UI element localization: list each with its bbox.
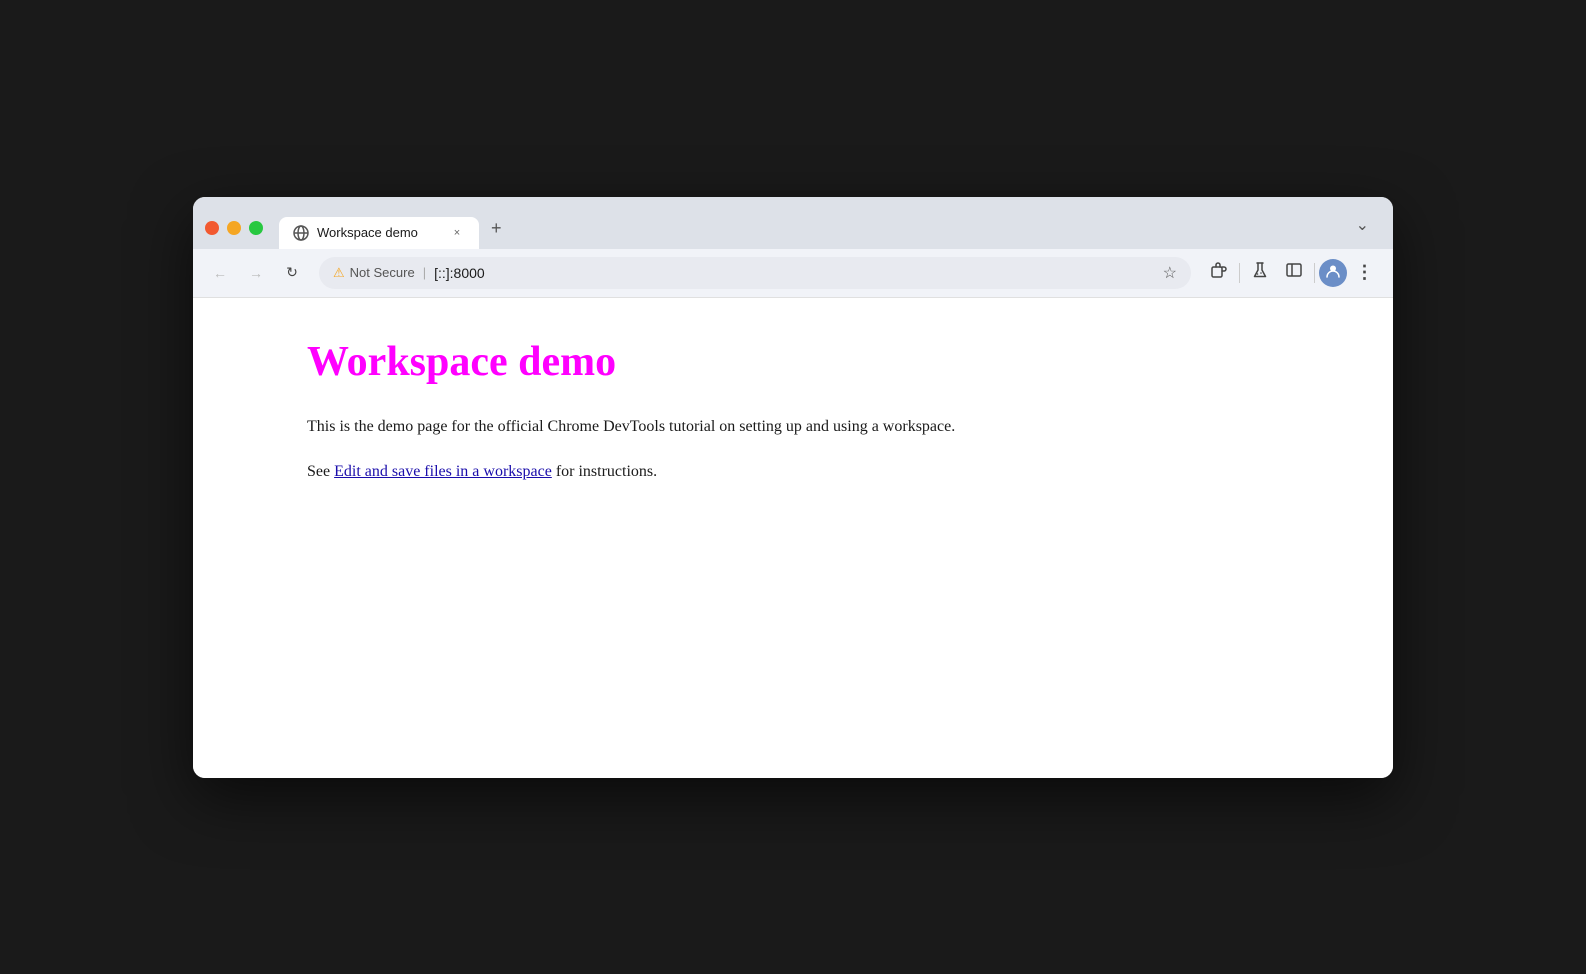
avatar-icon bbox=[1325, 263, 1341, 282]
page-heading: Workspace demo bbox=[307, 338, 1279, 386]
sidebar-icon bbox=[1285, 261, 1303, 284]
tab-list-dropdown-button[interactable]: ⌄ bbox=[1344, 207, 1381, 249]
address-separator: | bbox=[423, 265, 426, 280]
tab-favicon-icon bbox=[293, 225, 309, 241]
forward-button[interactable]: → bbox=[241, 258, 271, 288]
nav-bar: ← → ↻ ⚠ Not Secure | [::]:8000 ☆ bbox=[193, 249, 1393, 298]
bookmark-icon[interactable]: ☆ bbox=[1163, 263, 1177, 283]
security-indicator: ⚠ Not Secure bbox=[333, 265, 415, 281]
new-tab-button[interactable]: + bbox=[479, 210, 514, 249]
tab-bar: Workspace demo × + ⌄ bbox=[279, 207, 1381, 249]
menu-button[interactable]: ⋮ bbox=[1349, 257, 1381, 289]
workspace-tutorial-link[interactable]: Edit and save files in a workspace bbox=[334, 463, 552, 480]
title-bar: Workspace demo × + ⌄ bbox=[193, 197, 1393, 249]
traffic-lights bbox=[205, 221, 279, 249]
nav-divider bbox=[1239, 263, 1240, 283]
sidebar-button[interactable] bbox=[1278, 257, 1310, 289]
nav-divider-2 bbox=[1314, 263, 1315, 283]
page-link-line: See Edit and save files in a workspace f… bbox=[307, 459, 1279, 485]
tab-title-text: Workspace demo bbox=[317, 225, 441, 240]
link-prefix-text: See bbox=[307, 463, 334, 480]
address-bar[interactable]: ⚠ Not Secure | [::]:8000 ☆ bbox=[319, 257, 1191, 289]
close-button[interactable] bbox=[205, 221, 219, 235]
security-label: Not Secure bbox=[350, 265, 415, 280]
chevron-down-icon: ⌄ bbox=[1356, 215, 1369, 235]
page-content: Workspace demo This is the demo page for… bbox=[193, 298, 1393, 778]
minimize-button[interactable] bbox=[227, 221, 241, 235]
browser-window: Workspace demo × + ⌄ ← → ↻ ⚠ Not Secure … bbox=[193, 197, 1393, 778]
nav-actions: ⋮ bbox=[1203, 257, 1381, 289]
lab-icon bbox=[1251, 261, 1269, 284]
lab-button[interactable] bbox=[1244, 257, 1276, 289]
page-description: This is the demo page for the official C… bbox=[307, 414, 1279, 440]
address-url-text: [::]:8000 bbox=[434, 265, 1155, 281]
active-tab[interactable]: Workspace demo × bbox=[279, 217, 479, 249]
extensions-icon bbox=[1210, 261, 1228, 284]
maximize-button[interactable] bbox=[249, 221, 263, 235]
warning-icon: ⚠ bbox=[333, 265, 345, 281]
extensions-button[interactable] bbox=[1203, 257, 1235, 289]
profile-button[interactable] bbox=[1319, 259, 1347, 287]
link-suffix-text: for instructions. bbox=[552, 463, 657, 480]
forward-icon: → bbox=[249, 265, 263, 281]
reload-button[interactable]: ↻ bbox=[277, 258, 307, 288]
more-options-icon: ⋮ bbox=[1356, 262, 1375, 283]
tab-close-button[interactable]: × bbox=[449, 225, 465, 241]
reload-icon: ↻ bbox=[286, 264, 298, 281]
back-button[interactable]: ← bbox=[205, 258, 235, 288]
back-icon: ← bbox=[213, 265, 227, 281]
